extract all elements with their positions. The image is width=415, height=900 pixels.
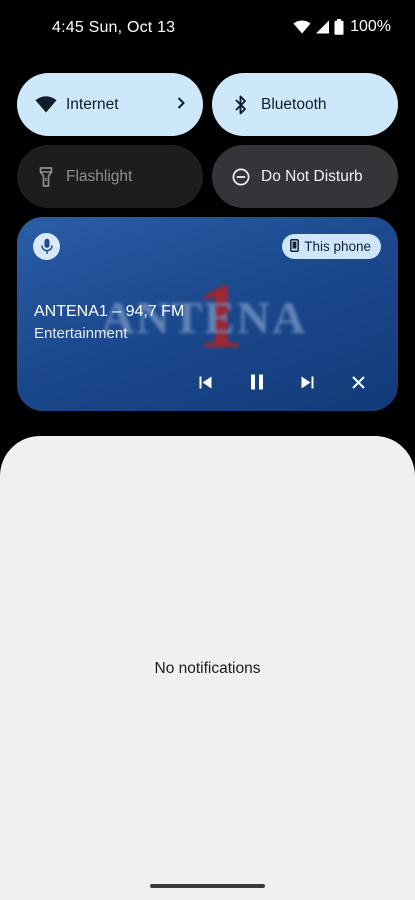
- chevron-right-icon: [177, 96, 185, 114]
- close-icon[interactable]: [333, 367, 384, 397]
- tile-internet-label: Internet: [66, 95, 119, 113]
- media-subtitle: Entertainment: [34, 325, 128, 342]
- status-time-date: 4:45 Sun, Oct 13: [52, 19, 176, 36]
- pause-icon[interactable]: [231, 367, 282, 397]
- output-label: This phone: [304, 239, 371, 254]
- dnd-icon: [230, 166, 252, 188]
- status-bar: 4:45 Sun, Oct 13 100%: [0, 0, 415, 56]
- cell-signal-icon: [315, 20, 330, 34]
- app-badge-mic-icon: [33, 233, 60, 260]
- tile-do-not-disturb[interactable]: Do Not Disturb: [212, 145, 398, 208]
- media-title: ANTENA1 – 94,7 FM: [34, 303, 185, 320]
- battery-percent: 100%: [350, 18, 391, 35]
- gesture-nav-handle[interactable]: [150, 884, 265, 888]
- battery-icon: [334, 19, 344, 35]
- bluetooth-icon: [230, 94, 252, 116]
- output-switcher-chip[interactable]: This phone: [282, 234, 381, 259]
- tile-flashlight[interactable]: Flashlight: [17, 145, 203, 208]
- wifi-icon: [293, 20, 311, 34]
- media-player-card[interactable]: 1 ANTENA This phone ANTENA1 – 94,7 FM En…: [17, 217, 398, 411]
- notification-shade: No notifications: [0, 436, 415, 900]
- no-notifications-text: No notifications: [154, 660, 261, 677]
- wifi-icon: [35, 94, 57, 116]
- phone-icon: [290, 238, 300, 255]
- previous-icon[interactable]: [180, 367, 231, 397]
- tile-internet[interactable]: Internet: [17, 73, 203, 136]
- flashlight-icon: [35, 166, 57, 188]
- next-icon[interactable]: [282, 367, 333, 397]
- media-controls: [180, 367, 384, 397]
- tile-bluetooth[interactable]: Bluetooth: [212, 73, 398, 136]
- tile-flashlight-label: Flashlight: [66, 167, 133, 185]
- status-icons: 100%: [293, 18, 391, 36]
- tile-dnd-label: Do Not Disturb: [261, 167, 363, 185]
- tile-bluetooth-label: Bluetooth: [261, 95, 327, 113]
